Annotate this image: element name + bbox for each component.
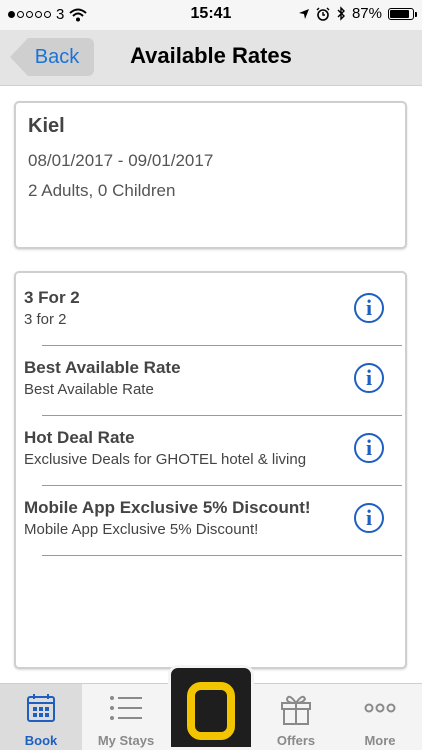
location-arrow-icon (298, 8, 309, 19)
rate-item[interactable]: Hot Deal Rate Exclusive Deals for GHOTEL… (24, 413, 404, 483)
tab-book[interactable]: Book (0, 684, 82, 750)
rate-description: Mobile App Exclusive 5% Discount! (24, 521, 259, 538)
battery-percent: 87% (351, 5, 382, 22)
divider (42, 555, 402, 556)
tab-label: Offers (276, 733, 316, 748)
guest-count: 2 Adults, 0 Children (28, 181, 176, 200)
tab-offers[interactable]: Offers (254, 684, 338, 750)
main-content: Kiel 08/01/2017 - 09/01/2017 2 Adults, 0… (0, 87, 422, 683)
tab-my-stays[interactable]: My Stays (84, 684, 168, 750)
rate-name: Hot Deal Rate (24, 428, 135, 447)
tab-label: My Stays (97, 733, 155, 748)
booking-summary-card: Kiel 08/01/2017 - 09/01/2017 2 Adults, 0… (14, 101, 407, 249)
status-bar: 3 15:41 87% (0, 0, 422, 30)
list-icon (110, 696, 142, 720)
logo-icon (187, 682, 235, 740)
info-icon[interactable]: i (354, 293, 384, 323)
center-logo-button[interactable] (168, 665, 254, 750)
gift-icon (281, 695, 311, 725)
back-button[interactable]: Back (10, 38, 94, 76)
rate-name: Mobile App Exclusive 5% Discount! (24, 498, 311, 517)
hotel-city: Kiel (28, 115, 65, 137)
battery-icon (388, 7, 417, 20)
rates-list: 3 For 2 3 for 2 i Best Available Rate Be… (14, 271, 407, 669)
navigation-bar: Back Available Rates (0, 30, 422, 86)
rate-description: Exclusive Deals for GHOTEL hotel & livin… (24, 451, 307, 468)
info-icon[interactable]: i (354, 433, 384, 463)
stay-dates: 08/01/2017 - 09/01/2017 (28, 151, 214, 170)
more-icon (364, 703, 396, 713)
tab-label: More (364, 733, 396, 748)
rate-description: 3 for 2 (24, 311, 67, 328)
rate-description: Best Available Rate (24, 381, 154, 398)
info-icon[interactable]: i (354, 363, 384, 393)
bluetooth-icon (337, 6, 345, 21)
alarm-icon (316, 7, 330, 21)
tab-label: Book (24, 733, 58, 748)
rate-item[interactable]: Mobile App Exclusive 5% Discount! Mobile… (24, 483, 404, 553)
status-right: 87% (298, 5, 417, 22)
rate-name: 3 For 2 (24, 288, 80, 307)
tab-more[interactable]: More (338, 684, 422, 750)
rate-item[interactable]: Best Available Rate Best Available Rate … (24, 343, 404, 413)
rate-name: Best Available Rate (24, 358, 181, 377)
info-icon[interactable]: i (354, 503, 384, 533)
back-button-label: Back (34, 46, 80, 68)
calendar-icon (27, 694, 55, 722)
rate-item[interactable]: 3 For 2 3 for 2 i (24, 273, 404, 343)
